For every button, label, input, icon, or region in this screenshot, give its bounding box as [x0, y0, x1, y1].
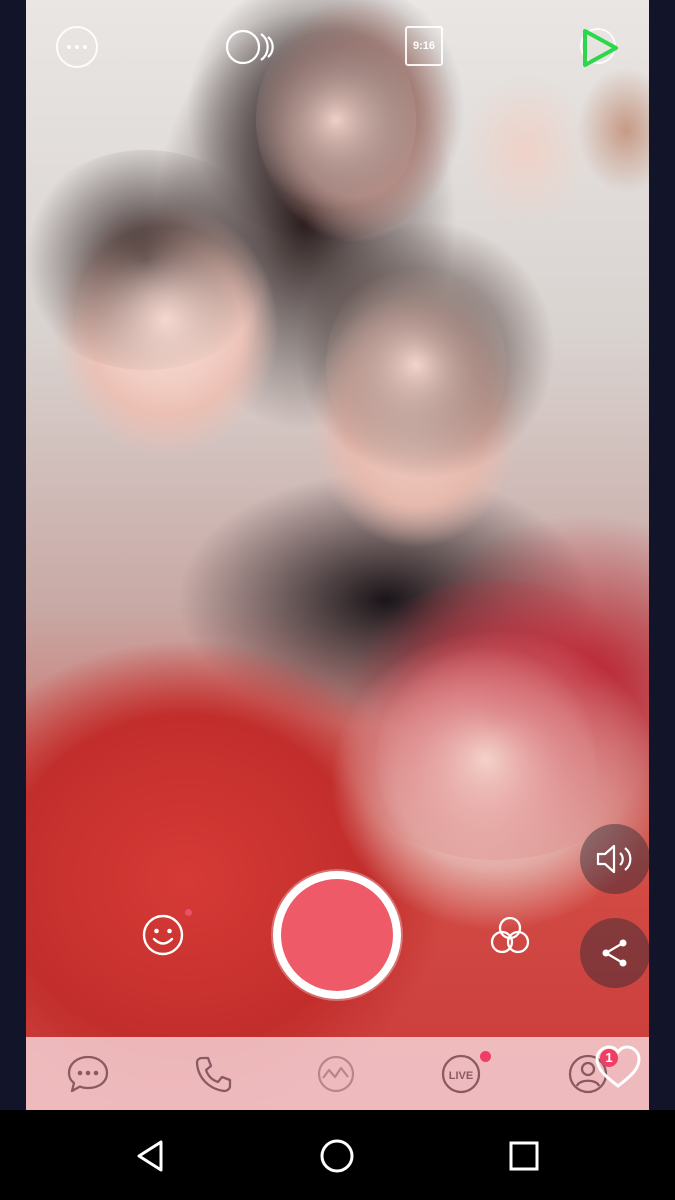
dual-camera-button[interactable] — [225, 26, 279, 68]
tab-chat[interactable] — [65, 1052, 111, 1096]
system-back-button[interactable] — [128, 1133, 174, 1179]
dual-camera-icon — [225, 29, 274, 65]
preview-shade — [256, 20, 416, 220]
recents-square-icon — [509, 1141, 539, 1171]
tab-live[interactable]: LIVE — [438, 1052, 484, 1096]
smiley-face-icon — [142, 914, 184, 956]
share-icon — [602, 939, 627, 967]
live-icon: LIVE — [441, 1054, 481, 1094]
live-label: LIVE — [449, 1070, 473, 1082]
shutter-inner — [281, 879, 393, 991]
right-letterbox — [649, 0, 675, 1110]
timeline-icon — [317, 1055, 355, 1093]
more-dot — [75, 45, 79, 49]
preview-shade — [76, 220, 256, 420]
chat-icon — [67, 1055, 109, 1093]
shutter-button[interactable] — [273, 871, 401, 999]
more-dots-icon — [67, 45, 71, 49]
left-letterbox — [0, 0, 26, 1110]
filter-button[interactable] — [487, 913, 533, 959]
tab-call[interactable] — [190, 1052, 236, 1096]
preview-shade — [376, 640, 596, 880]
system-recents-button[interactable] — [501, 1133, 547, 1179]
more-dot — [83, 45, 87, 49]
sticker-button[interactable] — [141, 913, 185, 957]
likes-count: 1 — [605, 1050, 613, 1065]
home-circle-icon — [320, 1139, 354, 1173]
new-sticker-dot — [185, 909, 192, 916]
more-button[interactable] — [56, 26, 98, 68]
preview-shade — [326, 260, 506, 470]
aspect-ratio-button[interactable]: 9:16 — [405, 26, 443, 66]
phone-icon — [195, 1056, 232, 1093]
app-screen: 9:16 LIVE 1 — [0, 0, 675, 1200]
aspect-ratio-label: 9:16 — [412, 40, 436, 52]
tab-timeline[interactable] — [313, 1052, 359, 1096]
live-notification-dot — [480, 1051, 491, 1062]
volume-icon — [596, 844, 632, 874]
share-button[interactable] — [580, 918, 650, 988]
volume-button[interactable] — [580, 824, 650, 894]
system-home-button[interactable] — [314, 1133, 360, 1179]
back-triangle-icon — [137, 1140, 163, 1172]
flip-camera-button[interactable] — [576, 24, 624, 72]
flip-camera-icon — [580, 28, 618, 67]
filter-circles-icon — [490, 916, 530, 954]
